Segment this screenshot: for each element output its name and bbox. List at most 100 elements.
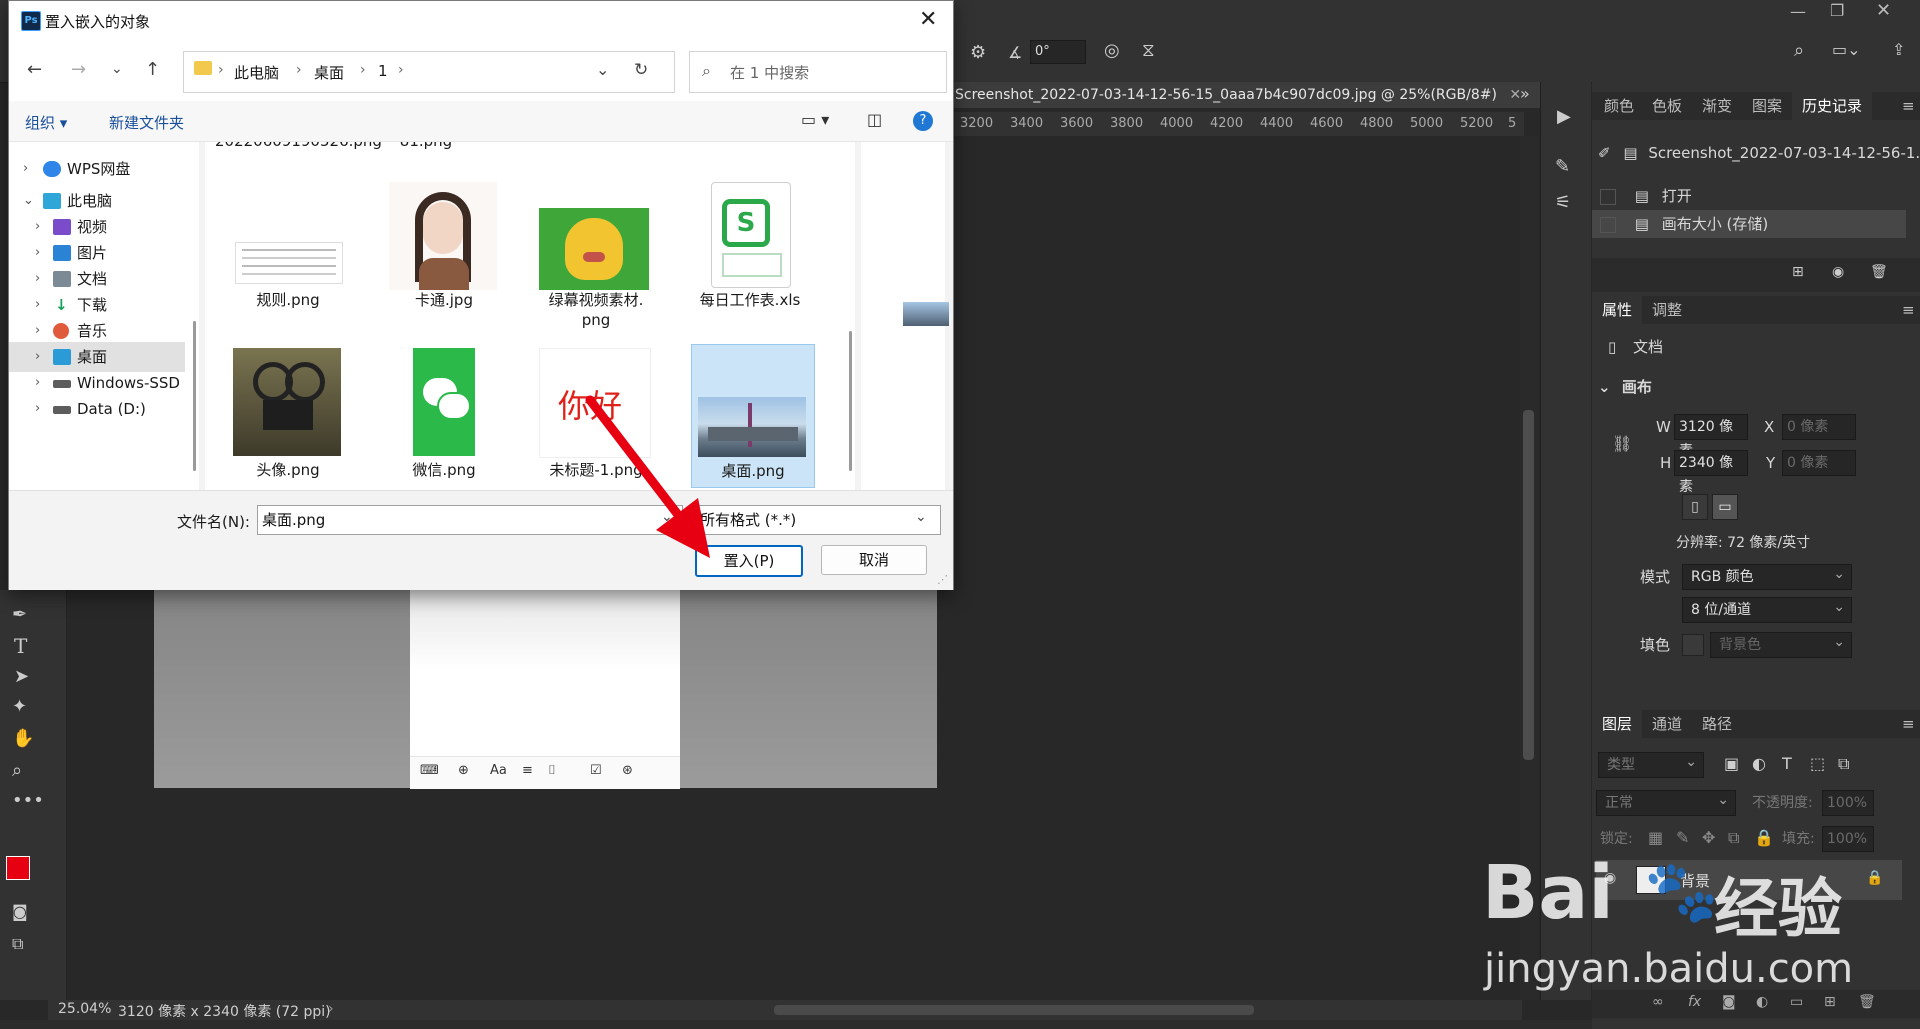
help-icon[interactable]: ? [913, 111, 933, 131]
lock-all-icon[interactable]: 🔒 [1754, 828, 1774, 847]
file-item[interactable]: S 每日工作表.xls [689, 182, 811, 312]
path-select-icon[interactable]: ➤ [14, 666, 29, 687]
panel-menu-icon[interactable]: ≡ [1902, 710, 1915, 738]
tab-swatches[interactable]: 色板 [1652, 92, 1682, 120]
chevron-right-icon[interactable]: › [23, 154, 28, 184]
file-list-scrollbar[interactable] [849, 331, 852, 471]
tab-color[interactable]: 颜色 [1604, 92, 1634, 120]
tab-paths[interactable]: 路径 [1702, 710, 1732, 738]
lock-artboard-icon[interactable]: ⧉ [1728, 828, 1739, 848]
tab-properties[interactable]: 属性 [1592, 296, 1643, 324]
file-item[interactable]: 绿幕视频素材. png [535, 182, 657, 332]
target-icon[interactable]: ◎ [1104, 40, 1120, 61]
file-item-partial[interactable]: 20220609190526.png [215, 142, 382, 172]
forward-arrow-icon[interactable]: → [71, 59, 86, 80]
restore-icon[interactable]: ❐ [1830, 1, 1844, 20]
status-arrow-icon[interactable]: › [328, 1001, 334, 1017]
type-tool-icon[interactable]: T [14, 634, 27, 658]
snapshot-camera-icon[interactable]: ◉ [1832, 264, 1844, 280]
fill-opacity-input[interactable]: 100% [1822, 826, 1874, 852]
search-box[interactable]: ⌕ 在 1 中搜索 [689, 51, 947, 93]
tree-scrollbar[interactable] [193, 321, 196, 471]
filter-pixel-icon[interactable]: ▣ [1724, 754, 1739, 773]
butterfly-icon[interactable]: ⧖ [1142, 40, 1155, 61]
tab-history[interactable]: 历史记录 [1792, 92, 1873, 120]
new-folder-button[interactable]: 新建文件夹 [109, 112, 184, 133]
blend-mode-select[interactable]: 正常 [1596, 788, 1736, 816]
filter-adjust-icon[interactable]: ◐ [1752, 754, 1766, 773]
vertical-scrollbar-thumb[interactable] [1523, 410, 1534, 760]
file-item[interactable]: 头像.png [227, 346, 349, 486]
screen-mode-icon[interactable]: ⧉ [12, 934, 23, 954]
lock-pixels-icon[interactable]: ▦ [1648, 828, 1663, 847]
x-input[interactable]: 0 像素 [1782, 414, 1856, 440]
panel-menu-icon[interactable]: ≡ [1902, 296, 1915, 324]
pen-tool-icon[interactable]: ✒ [12, 604, 27, 625]
tab-layers[interactable]: 图层 [1592, 710, 1643, 738]
close-app-icon[interactable]: ✕ [1876, 0, 1891, 21]
file-item-partial[interactable]: 81.png [365, 142, 487, 152]
opacity-input[interactable]: 100% [1822, 790, 1874, 816]
tab-patterns[interactable]: 图案 [1752, 92, 1782, 120]
tab-adjustments[interactable]: 调整 [1652, 296, 1682, 324]
back-arrow-icon[interactable]: ← [27, 59, 42, 80]
history-checkbox[interactable] [1600, 216, 1616, 233]
view-mode-icon[interactable]: ▭ ▾ [801, 110, 829, 129]
tab-channels[interactable]: 通道 [1652, 710, 1682, 738]
history-item-open[interactable]: ▤ 打开 [1600, 182, 1900, 210]
preview-pane-icon[interactable]: ◫ [867, 110, 882, 129]
horizontal-scrollbar[interactable] [774, 1005, 1254, 1015]
quick-mask-icon[interactable]: ◙ [12, 902, 28, 921]
play-actions-icon[interactable]: ▶ [1557, 106, 1571, 127]
link-chain-icon[interactable]: ⛓ [1612, 434, 1632, 453]
trash-icon[interactable]: 🗑 [1870, 264, 1888, 280]
file-item[interactable]: 微信.png [383, 346, 505, 486]
portrait-orientation-icon[interactable]: ▯ [1682, 494, 1708, 520]
search-icon[interactable]: ⌕ [1794, 40, 1804, 61]
address-dropdown-icon[interactable]: ⌄ [596, 60, 609, 79]
height-input[interactable]: 2340 像素 [1674, 450, 1748, 495]
shape-tool-icon[interactable]: ✦ [12, 696, 27, 717]
file-item[interactable]: 卡通.jpg [383, 182, 505, 312]
layer-filter-select[interactable]: 类型 [1598, 750, 1704, 778]
foreground-color-swatch[interactable] [6, 856, 30, 880]
lock-position-icon[interactable]: ✥ [1702, 828, 1715, 847]
angle-input[interactable]: 0° [1030, 40, 1086, 64]
history-snapshot[interactable]: ✐ ▤ Screenshot_2022-07-03-14-12-56-1... [1598, 144, 1920, 162]
mode-select[interactable]: RGB 颜色 [1682, 562, 1852, 590]
cancel-button[interactable]: 取消 [821, 545, 927, 575]
breadcrumb-this-pc[interactable]: 此电脑 [234, 62, 279, 83]
document-tab[interactable]: Screenshot_2022-07-03-14-12-56-15_0aaa7b… [955, 82, 1521, 108]
search-input[interactable]: 在 1 中搜索 [730, 62, 809, 83]
share-icon[interactable]: ⇪ [1892, 40, 1905, 59]
depth-select[interactable]: 8 位/通道 [1682, 595, 1852, 623]
zoom-tool-icon[interactable]: ⌕ [12, 760, 22, 781]
hand-tool-icon[interactable]: ✋ [12, 728, 34, 749]
panel-menu-icon[interactable]: ≡ [1902, 92, 1915, 120]
workspace-icon[interactable]: ▭⌄ [1832, 40, 1861, 59]
more-tools-icon[interactable]: ••• [12, 790, 44, 811]
brush-settings-icon[interactable]: ✎ [1555, 156, 1570, 177]
canvas-section-header[interactable]: ⌄ 画布 [1598, 376, 1652, 397]
minimize-icon[interactable]: — [1790, 2, 1806, 21]
breadcrumb-folder-1[interactable]: 1 [378, 62, 388, 80]
file-item[interactable]: 规则.png [227, 182, 349, 312]
history-item-canvas-size[interactable]: ▤ 画布大小 (存储) [1592, 210, 1906, 238]
fill-swatch[interactable] [1682, 634, 1704, 656]
tab-gradients[interactable]: 渐变 [1702, 92, 1732, 120]
refresh-icon[interactable]: ↻ [634, 60, 648, 80]
lock-paint-icon[interactable]: ✎ [1676, 828, 1689, 847]
width-input[interactable]: 3120 像素 [1674, 414, 1748, 459]
organize-button[interactable]: 组织 ▾ [25, 112, 67, 133]
adjust-sliders-icon[interactable]: ⚟ [1555, 192, 1571, 213]
recent-chevron-icon[interactable]: ⌄ [111, 61, 123, 77]
resize-grip-icon[interactable]: ⋰ [937, 573, 948, 586]
tree-item-wps-cloud[interactable]: › WPS网盘 [9, 154, 185, 184]
filter-shape-icon[interactable]: ⬚ [1810, 754, 1825, 773]
filetype-dropdown-icon[interactable]: ⌄ [915, 509, 927, 525]
settings-gear-icon[interactable]: ⚙ [970, 42, 986, 63]
breadcrumb-desktop[interactable]: 桌面 [314, 62, 344, 83]
chevron-right-icon[interactable]: › [35, 394, 40, 424]
new-document-icon[interactable]: ⊞ [1792, 264, 1804, 280]
document-info[interactable]: 3120 像素 x 2340 像素 (72 ppi) [118, 1001, 331, 1021]
